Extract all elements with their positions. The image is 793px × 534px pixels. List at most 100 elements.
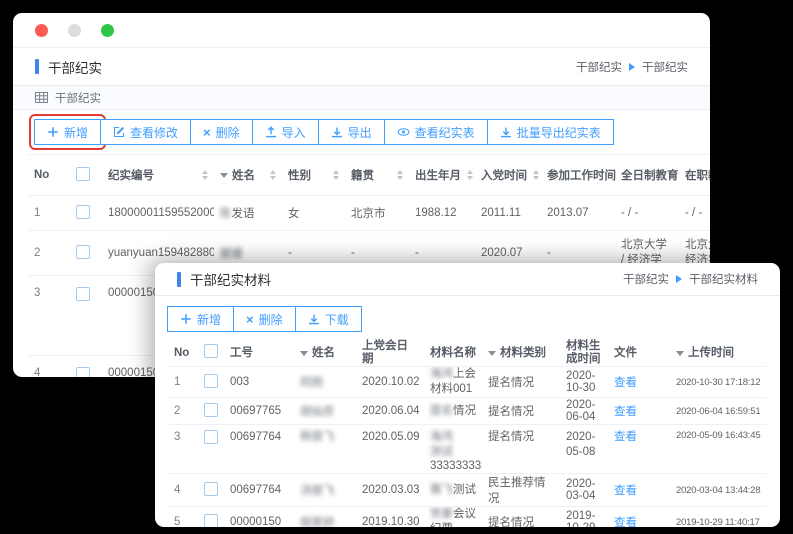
cell-emp-id: 00697764 — [224, 474, 294, 507]
batch-export-button[interactable]: 批量导出纪实表 — [487, 119, 614, 145]
cell-generated: 2020-10-30 — [560, 367, 608, 398]
breadcrumb-arrow-icon — [676, 275, 682, 283]
view-record-sheet-button[interactable]: 查看纪实表 — [384, 119, 488, 145]
sort-icon[interactable] — [202, 170, 208, 180]
filter-icon[interactable] — [300, 351, 308, 356]
view-edit-button[interactable]: 查看修改 — [100, 119, 191, 145]
column-header-gender[interactable]: 性别 — [282, 155, 345, 196]
add-button[interactable]: 新增 — [167, 306, 234, 332]
delete-button-label: 删除 — [216, 124, 240, 141]
table-row[interactable]: 4 00697764 汤丽飞 2020.03.03 赛飞测试 民主推荐情况 20… — [168, 474, 767, 507]
row-checkbox[interactable] — [76, 245, 90, 259]
cell-file: 查看 — [608, 474, 670, 507]
cell-material-type: 提名情况 — [482, 398, 560, 425]
view-edit-button-label: 查看修改 — [130, 124, 178, 141]
filter-icon[interactable] — [676, 351, 684, 356]
cell-material-type: 民主推荐情况 — [482, 474, 560, 507]
table-row[interactable]: 3 00697764 杨丽飞 2020.05.09 海鸿 测试333333333… — [168, 425, 767, 474]
row-checkbox[interactable] — [204, 403, 218, 417]
cell-meeting-date: 2020.03.03 — [356, 474, 424, 507]
breadcrumb-arrow-icon — [629, 63, 635, 71]
column-header-fulltime-edu[interactable]: 全日制教育 — [615, 155, 679, 196]
column-header-meeting-date[interactable]: 上党会日期 — [356, 340, 424, 367]
cell-uploaded: 2020-10-30 17:18:12 — [670, 367, 767, 398]
column-header-party-join[interactable]: 入党时间 — [475, 155, 541, 196]
column-header-no: No — [168, 340, 198, 367]
cadre-material-table: No 工号 姓名 上党会日期 材料名称 材料类别 材料生成时间 文件 上传时间 … — [168, 340, 767, 527]
view-file-link[interactable]: 查看 — [614, 377, 637, 389]
cell-material-name: 党委会议纪要 — [424, 507, 482, 527]
column-header-native-place[interactable]: 籍贯 — [345, 155, 409, 196]
breadcrumb: 干部纪实 干部纪实材料 — [623, 271, 758, 287]
cadre-material-window: 干部纪实材料 干部纪实 干部纪实材料 新增 × 删除 下载 — [155, 263, 780, 527]
table-row[interactable]: 1 003 同刚 2020.10.02 海鸿上会材料001 提名情况 2020-… — [168, 367, 767, 398]
delete-button-label: 删除 — [259, 311, 283, 328]
column-header-select — [198, 340, 224, 367]
minimize-icon[interactable] — [68, 24, 81, 37]
delete-button[interactable]: × 删除 — [190, 119, 253, 145]
breadcrumb-parent[interactable]: 干部纪实 — [576, 59, 622, 75]
table-row[interactable]: 5 00000150 胡翠娇 2019.10.30 党委会议纪要 提名情况 20… — [168, 507, 767, 527]
column-header-generated[interactable]: 材料生成时间 — [560, 340, 608, 367]
cell-material-type: 提名情况 — [482, 507, 560, 527]
cell-meeting-date: 2019.10.30 — [356, 507, 424, 527]
filter-icon[interactable] — [220, 173, 228, 178]
row-checkbox[interactable] — [204, 430, 218, 444]
cell-onjob-edu: - / - — [679, 196, 710, 231]
table-header-row: No 工号 姓名 上党会日期 材料名称 材料类别 材料生成时间 文件 上传时间 — [168, 340, 767, 367]
cell-file: 查看 — [608, 425, 670, 474]
add-button[interactable]: 新增 — [34, 119, 101, 145]
column-header-record-id[interactable]: 纪实编号 — [102, 155, 214, 196]
export-button[interactable]: 导出 — [318, 119, 385, 145]
table-row[interactable]: 1 180000011595520000 陈发语 女 北京市 1988.12 2… — [28, 196, 710, 231]
column-header-emp-id[interactable]: 工号 — [224, 340, 294, 367]
breadcrumb-parent[interactable]: 干部纪实 — [623, 271, 669, 287]
row-checkbox[interactable] — [76, 367, 90, 377]
table-row[interactable]: 2 00697765 胡灿弈 2020.06.04 提名情况 提名情况 2020… — [168, 398, 767, 425]
cell-generated: 2019-10-29 — [560, 507, 608, 527]
column-header-material-type[interactable]: 材料类别 — [482, 340, 560, 367]
sort-icon[interactable] — [397, 170, 403, 180]
page-title: 干部纪实 — [48, 57, 102, 77]
close-icon[interactable] — [35, 24, 48, 37]
column-header-material-name[interactable]: 材料名称 — [424, 340, 482, 367]
column-header-name[interactable]: 姓名 — [214, 155, 282, 196]
row-checkbox[interactable] — [76, 287, 90, 301]
cell-name: 胡翠娇 — [294, 507, 356, 527]
view-file-link[interactable]: 查看 — [614, 406, 637, 418]
download-button[interactable]: 下载 — [295, 306, 362, 332]
cell-gender: 女 — [282, 196, 345, 231]
row-checkbox[interactable] — [204, 514, 218, 527]
cell-meeting-date: 2020.10.02 — [356, 367, 424, 398]
sort-icon[interactable] — [533, 170, 539, 180]
cell-select — [70, 231, 102, 276]
column-header-birth-date[interactable]: 出生年月 — [409, 155, 475, 196]
view-file-link[interactable]: 查看 — [614, 485, 637, 497]
cell-select — [70, 356, 102, 378]
cell-no: 2 — [28, 231, 70, 276]
sort-icon[interactable] — [467, 170, 473, 180]
delete-button[interactable]: × 删除 — [233, 306, 296, 332]
row-checkbox[interactable] — [204, 374, 218, 388]
window-titlebar[interactable] — [13, 13, 710, 48]
row-checkbox[interactable] — [76, 205, 90, 219]
column-header-name[interactable]: 姓名 — [294, 340, 356, 367]
column-header-uploaded[interactable]: 上传时间 — [670, 340, 767, 367]
export-icon — [331, 126, 343, 138]
view-file-link[interactable]: 查看 — [614, 517, 637, 527]
cell-birth-date: 1988.12 — [409, 196, 475, 231]
zoom-icon[interactable] — [101, 24, 114, 37]
view-file-link[interactable]: 查看 — [614, 431, 637, 443]
filter-icon[interactable] — [488, 351, 496, 356]
sort-icon[interactable] — [270, 170, 276, 180]
eye-icon — [397, 126, 410, 138]
row-checkbox[interactable] — [204, 482, 218, 496]
title-marker — [35, 59, 39, 74]
import-button[interactable]: 导入 — [252, 119, 319, 145]
sort-icon[interactable] — [333, 170, 339, 180]
select-all-checkbox[interactable] — [76, 167, 90, 181]
column-header-work-start[interactable]: 参加工作时间 — [541, 155, 615, 196]
cell-material-name: 海鸿 测试3333333333333 — [424, 425, 482, 474]
add-button-label: 新增 — [197, 311, 221, 328]
select-all-checkbox[interactable] — [204, 344, 218, 358]
